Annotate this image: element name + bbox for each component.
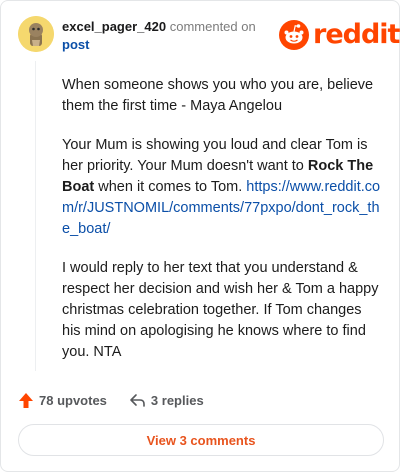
- comment-actions: 78 upvotes 3 replies: [18, 389, 226, 411]
- upvote-arrow-icon: [19, 392, 33, 408]
- author-line: excel_pager_420 commented on: [62, 18, 256, 35]
- replies-count: 3 replies: [150, 392, 204, 408]
- upvote-count: 78 upvotes: [39, 392, 107, 408]
- paragraph-2-text-after: when it comes to Tom.: [94, 179, 247, 195]
- replies-button[interactable]: 3 replies: [129, 393, 204, 408]
- reddit-logo[interactable]: reddit: [279, 19, 400, 50]
- comment-paragraph-3: I would reply to her text that you under…: [62, 260, 379, 360]
- comment-paragraph-2: Your Mum is showing you loud and clear T…: [62, 135, 384, 240]
- snoo-avatar-icon: [18, 16, 54, 52]
- view-comments-button[interactable]: View 3 comments: [18, 424, 384, 456]
- comment-body: When someone shows you who you are, beli…: [62, 75, 384, 381]
- reddit-wordmark: reddit: [313, 19, 400, 50]
- comment-paragraph-1: When someone shows you who you are, beli…: [62, 77, 374, 114]
- avatar[interactable]: [18, 16, 54, 52]
- reply-arrow-icon: [130, 393, 145, 407]
- thread-line[interactable]: [35, 61, 36, 371]
- upvote-button[interactable]: 78 upvotes: [18, 392, 107, 409]
- commented-on-text: commented on: [169, 19, 256, 34]
- author-name[interactable]: excel_pager_420: [62, 19, 166, 34]
- reddit-logo-icon: [279, 20, 309, 50]
- post-link[interactable]: post: [62, 36, 89, 53]
- comment-card: excel_pager_420 commented on post reddit…: [0, 0, 400, 472]
